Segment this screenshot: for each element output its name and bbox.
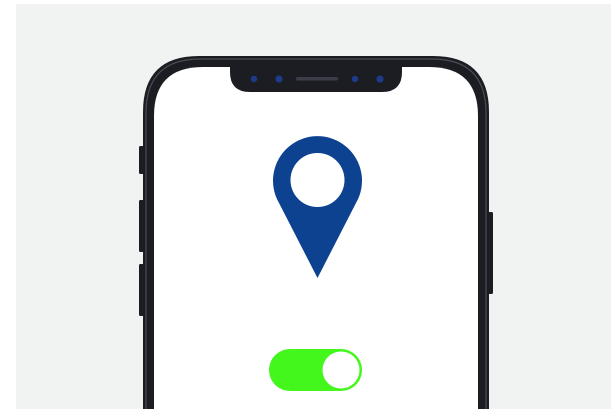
illustration-canvas [0, 0, 611, 409]
location-toggle[interactable] [269, 349, 362, 391]
sensor-dot [250, 75, 258, 83]
smartphone-illustration [139, 56, 493, 409]
earpiece-speaker [296, 77, 338, 81]
toggle-knob[interactable] [322, 351, 360, 389]
proximity-sensor [376, 75, 384, 83]
map-pin-hole [290, 153, 345, 207]
sensor-dot [351, 75, 359, 83]
front-camera-lens [275, 75, 283, 83]
